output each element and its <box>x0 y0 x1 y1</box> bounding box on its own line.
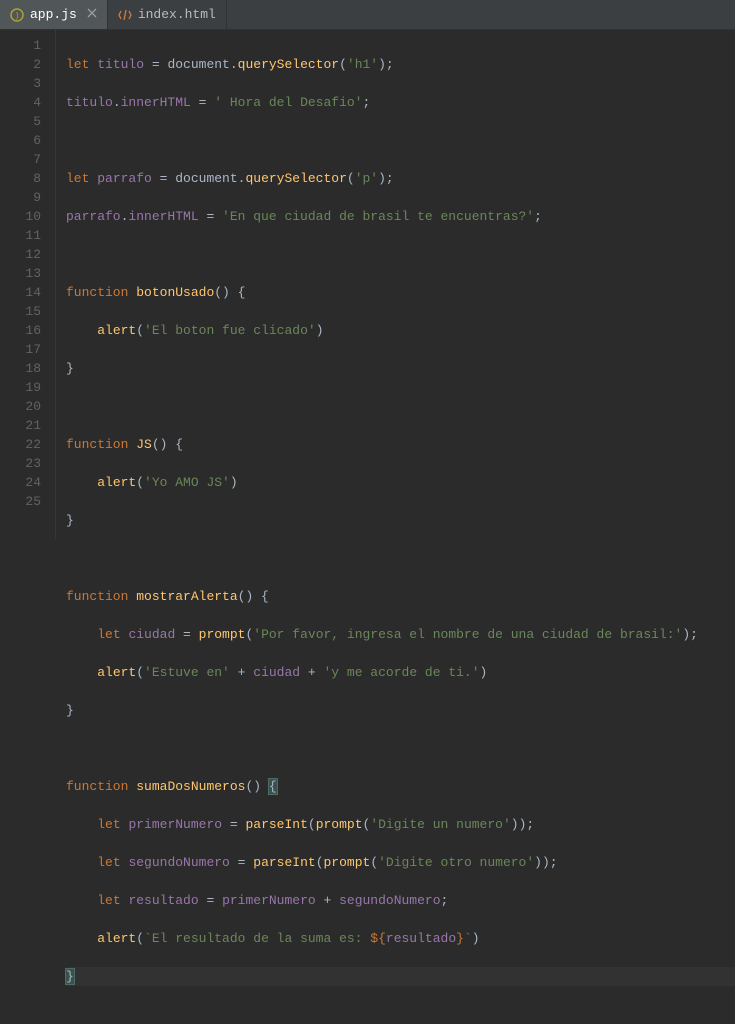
tab-index-html[interactable]: index.html <box>108 0 227 29</box>
close-icon[interactable] <box>87 7 97 22</box>
js-icon: ) <box>10 8 24 22</box>
tab-bar: ) app.js index.html <box>0 0 735 30</box>
line-number-gutter: 1234567891011121314151617181920212223242… <box>0 30 56 539</box>
html-icon <box>118 8 132 22</box>
tab-label: app.js <box>30 7 77 22</box>
code-editor[interactable]: 1234567891011121314151617181920212223242… <box>0 30 735 539</box>
tab-app-js[interactable]: ) app.js <box>0 0 108 29</box>
svg-text:): ) <box>15 12 20 21</box>
tab-label: index.html <box>138 7 216 22</box>
code-area[interactable]: let titulo = document.querySelector('h1'… <box>56 30 735 539</box>
